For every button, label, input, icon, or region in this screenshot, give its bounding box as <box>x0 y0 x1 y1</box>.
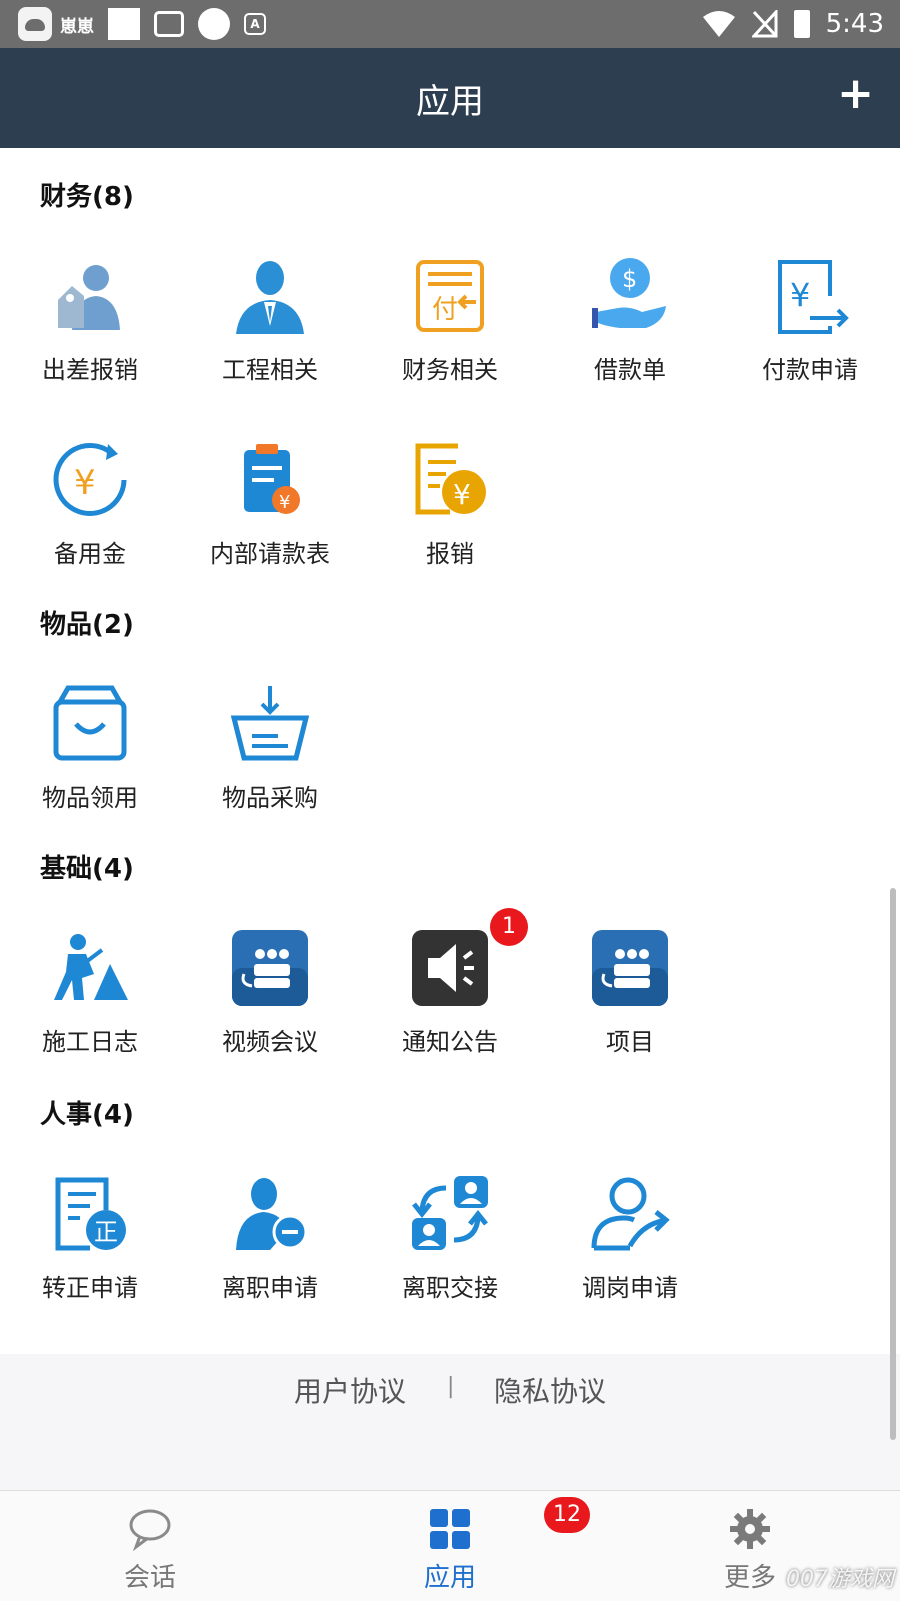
app-handover[interactable]: 离职交接 <box>360 1174 540 1314</box>
project-icon <box>590 928 670 1008</box>
app-petty-cash[interactable]: ¥ 备用金 <box>0 440 180 580</box>
app-label: 出差报销 <box>42 356 138 384</box>
app-header: 应用 + <box>0 48 900 148</box>
engineer-icon <box>230 256 310 336</box>
construction-icon <box>50 928 130 1008</box>
app-finance-related[interactable]: 付 财务相关 <box>360 256 540 396</box>
svg-text:$: $ <box>622 265 637 293</box>
svg-text:付: 付 <box>432 295 458 325</box>
nav-label: 会话 <box>123 1563 176 1593</box>
cloud-icon <box>198 8 230 40</box>
app-video-meeting[interactable]: 视频会议 <box>180 928 360 1068</box>
reimbursement-icon: ¥ <box>410 440 490 520</box>
payment-request-icon: ¥ <box>770 256 850 336</box>
footer-links: 用户协议 | 隐私协议 <box>0 1354 900 1490</box>
font-icon: A <box>244 13 266 35</box>
status-time: 5:43 <box>825 9 884 39</box>
app-construction-log[interactable]: 施工日志 <box>0 928 180 1068</box>
svg-text:正: 正 <box>94 1218 118 1246</box>
transfer-icon <box>590 1174 670 1254</box>
notice-badge: 1 <box>490 908 528 946</box>
add-button[interactable]: + <box>837 72 874 116</box>
nav-apps[interactable]: 应用 12 <box>300 1491 600 1601</box>
app-label: 调岗申请 <box>582 1274 678 1302</box>
no-signal-icon <box>751 10 778 38</box>
apps-badge: 12 <box>544 1497 590 1533</box>
app-label: 物品采购 <box>222 784 318 812</box>
link-separator: | <box>447 1374 455 1399</box>
svg-text:¥: ¥ <box>453 478 471 511</box>
status-bar: 崽崽 A 5:43 <box>0 0 900 48</box>
app-label: 项目 <box>606 1028 654 1056</box>
app-label: 转正申请 <box>42 1274 138 1302</box>
app-goods-purchase[interactable]: 物品采购 <box>180 684 360 824</box>
petty-cash-icon: ¥ <box>50 440 130 520</box>
app-icon <box>18 7 52 41</box>
page-title: 应用 <box>416 82 484 122</box>
app-transfer[interactable]: 调岗申请 <box>540 1174 720 1314</box>
notification-square-icon <box>108 8 140 40</box>
app-label: 工程相关 <box>222 356 318 384</box>
svg-text:¥: ¥ <box>790 276 810 314</box>
privacy-policy-link[interactable]: 隐私协议 <box>494 1370 606 1410</box>
finance-doc-icon: 付 <box>410 256 490 336</box>
basket-icon <box>230 684 310 764</box>
app-internal-request[interactable]: ¥ 内部请款表 <box>180 440 360 580</box>
section-title-hr: 人事(4) <box>40 1100 134 1130</box>
app-label: 报销 <box>426 540 474 568</box>
wifi-icon <box>702 11 735 37</box>
gear-icon <box>728 1507 772 1551</box>
app-engineering[interactable]: 工程相关 <box>180 256 360 396</box>
bottom-nav: 会话 应用 12 更多 007游戏网 <box>0 1490 900 1601</box>
image-icon <box>154 11 184 37</box>
user-agreement-link[interactable]: 用户协议 <box>294 1370 406 1410</box>
watermark: 007游戏网 <box>786 1567 894 1592</box>
meeting-icon <box>230 928 310 1008</box>
app-resignation[interactable]: 离职申请 <box>180 1174 360 1314</box>
app-label: 施工日志 <box>42 1028 138 1056</box>
app-project[interactable]: 项目 <box>540 928 720 1068</box>
resignation-icon <box>230 1174 310 1254</box>
app-label: 离职交接 <box>402 1274 498 1302</box>
app-label: 付款申请 <box>762 356 858 384</box>
app-notice[interactable]: 1 通知公告 <box>360 908 540 1068</box>
status-app-name: 崽崽 <box>60 16 94 37</box>
nav-label: 应用 <box>423 1563 476 1593</box>
app-label: 视频会议 <box>222 1028 318 1056</box>
section-title-basic: 基础(4) <box>40 854 134 884</box>
svg-text:¥: ¥ <box>74 463 96 503</box>
business-trip-icon <box>50 256 130 336</box>
speaker-icon <box>410 928 490 1008</box>
chat-icon <box>128 1507 172 1552</box>
app-label: 内部请款表 <box>210 540 330 568</box>
app-goods-requisition[interactable]: 物品领用 <box>0 684 180 824</box>
app-label: 通知公告 <box>402 1028 498 1056</box>
app-business-trip[interactable]: 出差报销 <box>0 256 180 396</box>
handover-icon <box>410 1174 490 1254</box>
scrollbar[interactable] <box>890 888 896 1440</box>
section-title-finance: 财务(8) <box>40 182 134 212</box>
app-label: 借款单 <box>594 356 666 384</box>
app-label: 离职申请 <box>222 1274 318 1302</box>
svg-text:¥: ¥ <box>279 492 290 513</box>
section-title-goods: 物品(2) <box>40 610 134 640</box>
internal-request-icon: ¥ <box>230 440 310 520</box>
apps-grid-icon <box>428 1507 472 1551</box>
app-payment-request[interactable]: ¥ 付款申请 <box>720 256 900 396</box>
app-label: 备用金 <box>54 540 126 568</box>
app-loan[interactable]: $ 借款单 <box>540 256 720 396</box>
nav-chat[interactable]: 会话 <box>0 1491 300 1601</box>
loan-icon: $ <box>590 256 670 336</box>
app-label: 财务相关 <box>402 356 498 384</box>
battery-icon <box>793 10 810 38</box>
regularization-icon: 正 <box>50 1174 130 1254</box>
app-reimbursement[interactable]: ¥ 报销 <box>360 440 540 580</box>
box-icon <box>50 684 130 764</box>
app-label: 物品领用 <box>42 784 138 812</box>
app-regularization[interactable]: 正 转正申请 <box>0 1174 180 1314</box>
